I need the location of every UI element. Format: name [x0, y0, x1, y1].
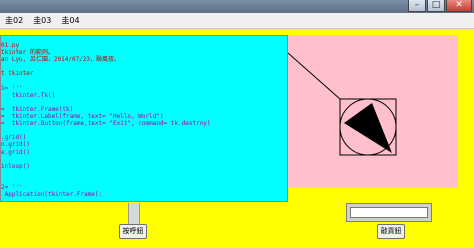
code-line: e.grid()	[1, 148, 30, 156]
right-action-button[interactable]: 敲貢鈕	[377, 224, 405, 239]
code-line: n.grid()	[1, 141, 30, 149]
drawing-canvas[interactable]	[287, 35, 458, 188]
code-line: t tkinter	[1, 70, 34, 78]
text-entry[interactable]	[350, 207, 428, 218]
window-controls: – □ ✕	[408, 0, 472, 13]
left-action-button[interactable]: 按呼鈕	[119, 224, 147, 239]
code-line: = tkinter.Label(frame, text= "Hello, Wor…	[1, 113, 164, 120]
diagonal-line	[287, 52, 341, 100]
entry-frame	[346, 203, 432, 222]
menu-item-3[interactable]: 圭04	[56, 13, 84, 28]
code-line: = tkinter.Frame(tk)	[1, 105, 74, 113]
code-line: .grid()	[1, 134, 27, 142]
window-titlebar[interactable]: – □ ✕	[0, 0, 474, 13]
code-line: 01.py	[1, 42, 20, 49]
canvas-drawing	[287, 52, 397, 156]
menu-item-2[interactable]: 圭03	[28, 13, 56, 28]
code-line: 1= '''	[1, 84, 23, 92]
code-line: Application(tkinter.Frame):	[1, 191, 103, 199]
code-line: inloop()	[1, 162, 30, 170]
maximize-button[interactable]: □	[427, 0, 445, 12]
menu-item-1[interactable]: 圭02	[0, 13, 28, 28]
code-line: an Lyu, 呂仁園，2014/07/23，颱風夜。	[1, 56, 121, 64]
code-line: = tkinter.Button(frame,text= "Exit", com…	[1, 120, 211, 128]
code-line: tkinter.Tk()	[1, 91, 56, 99]
close-button[interactable]: ✕	[446, 0, 472, 12]
black-triangle	[344, 103, 392, 153]
menu-bar: 圭02 圭03 圭04	[0, 13, 474, 29]
code-text-area[interactable]: 01.py tkinter 的範例。 an Lyu, 呂仁園，2014/07/23，…	[0, 35, 288, 202]
minimize-button[interactable]: –	[408, 0, 426, 12]
code-line: 2= '''	[1, 184, 23, 191]
